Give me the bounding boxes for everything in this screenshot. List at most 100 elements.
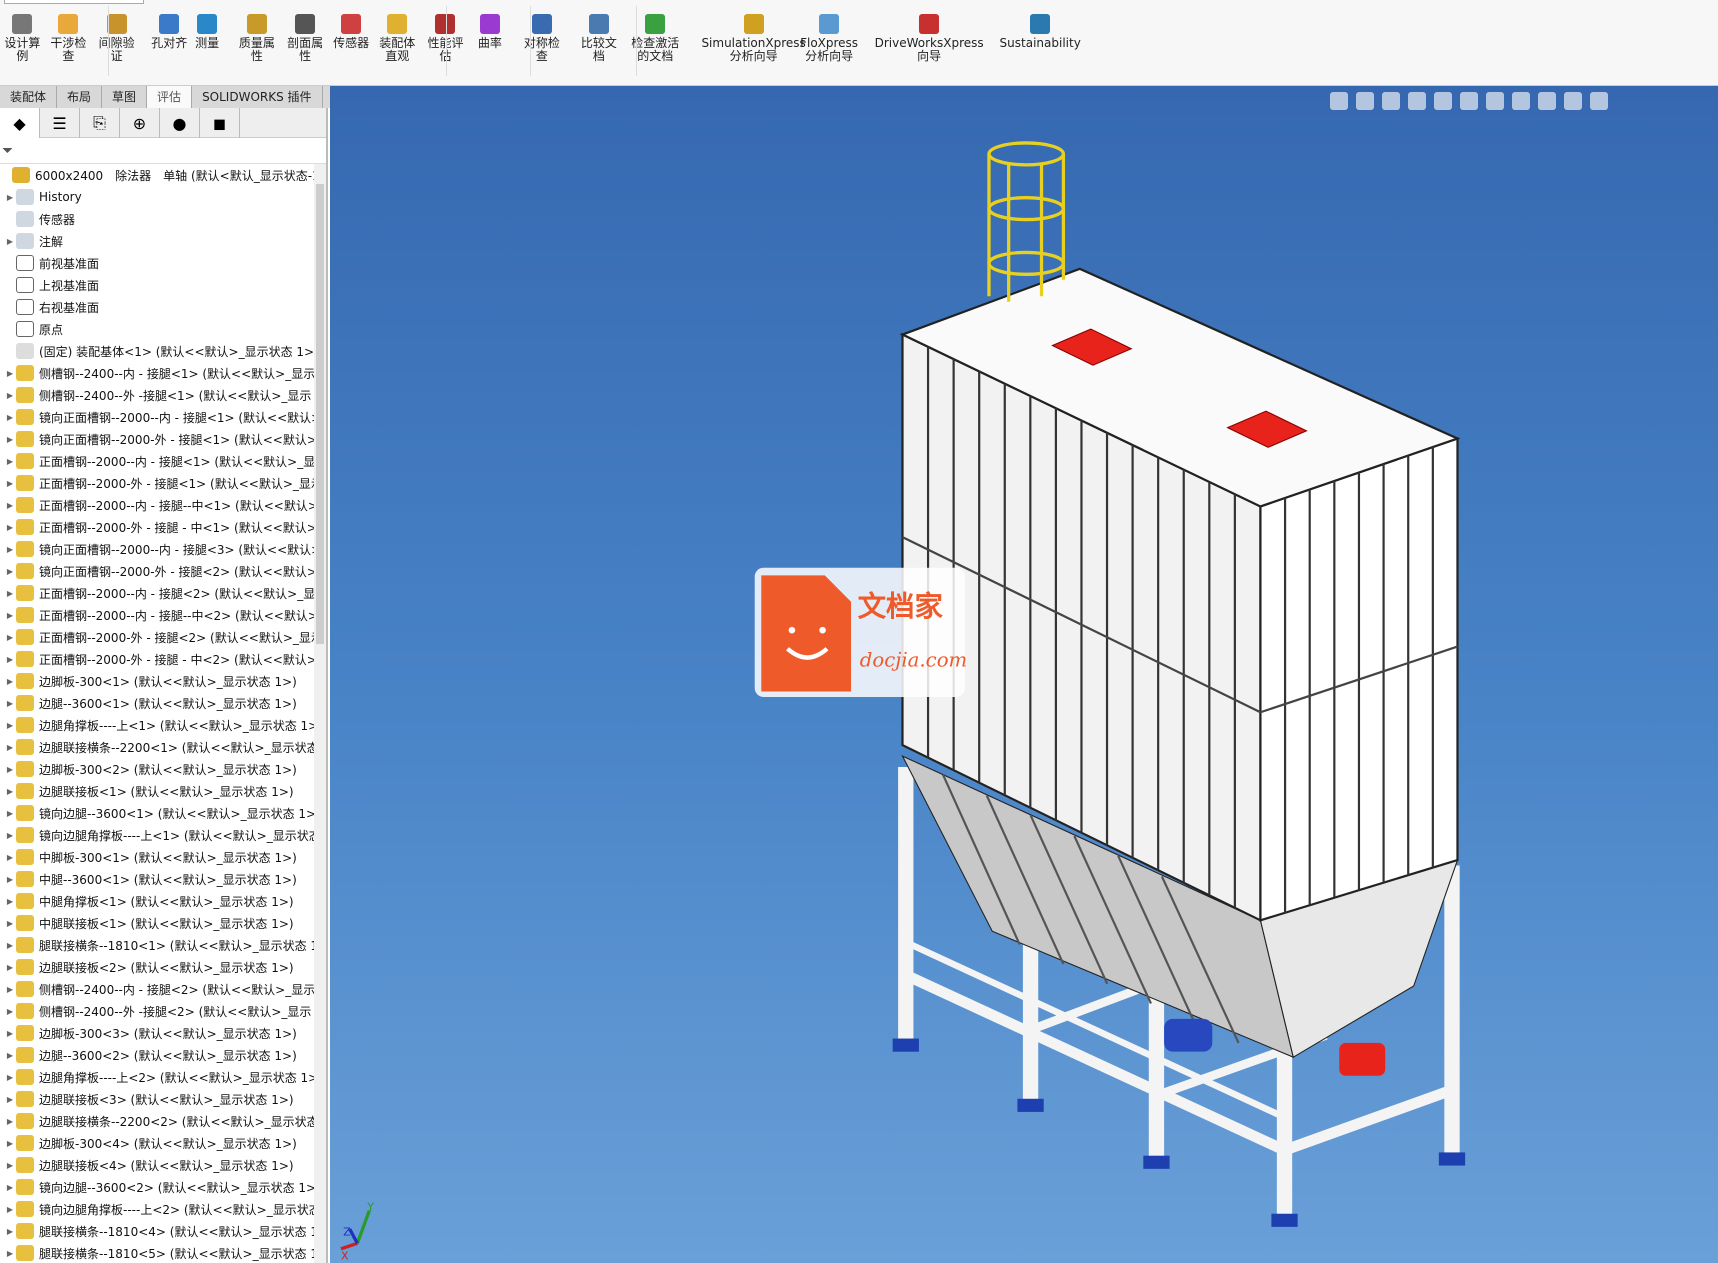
expand-arrow-icon[interactable]: ▶ [4,853,16,862]
sensor-button[interactable]: 传感器 [333,14,369,50]
expand-arrow-icon[interactable]: ▶ [4,941,16,950]
tree-item[interactable]: ▶ 侧槽钢--2400--内 - 接腿<2> (默认<<默认>_显示 [0,978,316,1000]
previous-view-icon[interactable] [1382,92,1400,110]
expand-arrow-icon[interactable]: ▶ [4,897,16,906]
interference-check-button[interactable]: 干涉检 查 [50,14,86,63]
tree-item[interactable]: ▶ 镜向正面槽钢--2000--内 - 接腿<3> (默认<<默认> [0,538,316,560]
tree-item[interactable]: ▶ 正面槽钢--2000-外 - 接腿 - 中<2> (默认<<默认> [0,648,316,670]
hole-alignment-button[interactable]: 孔对齐 [151,14,187,50]
propertymanager-icon[interactable]: ☰ [40,108,80,138]
tree-scrollbar[interactable] [314,164,326,1263]
expand-arrow-icon[interactable]: ▶ [4,435,16,444]
tree-item[interactable]: ▶ 正面槽钢--2000-外 - 接腿 - 中<1> (默认<<默认> [0,516,316,538]
expand-arrow-icon[interactable]: ▶ [4,633,16,642]
expand-arrow-icon[interactable]: ▶ [4,391,16,400]
expand-arrow-icon[interactable]: ▶ [4,479,16,488]
tree-item[interactable]: ▶ 侧槽钢--2400--外 -接腿<2> (默认<<默认>_显示 [0,1000,316,1022]
expand-arrow-icon[interactable]: ▶ [4,787,16,796]
tree-item[interactable]: ▶ 中腿--3600<1> (默认<<默认>_显示状态 1>) [0,868,316,890]
expand-arrow-icon[interactable]: ▶ [4,765,16,774]
tab-0[interactable]: 装配体 [0,86,58,108]
tree-item[interactable]: ▶ 中腿角撑板<1> (默认<<默认>_显示状态 1>) [0,890,316,912]
tree-item[interactable]: ▶ 镜向边腿--3600<2> (默认<<默认>_显示状态 1>) [0,1176,316,1198]
scrollbar-thumb[interactable] [316,184,324,644]
simulationxpress-button[interactable]: SimulationXpress 分析向导 [701,14,806,63]
tree-item[interactable]: ▶ 正面槽钢--2000-外 - 接腿<1> (默认<<默认>_显示 [0,472,316,494]
assemblyxpert-button[interactable]: 装配体 直观 [379,14,415,63]
tree-item[interactable]: ▶ 边脚板-300<4> (默认<<默认>_显示状态 1>) [0,1132,316,1154]
clearance-verify-button[interactable]: 间隙验 证 [99,14,135,63]
hide-show-icon[interactable] [1512,92,1530,110]
tab-1[interactable]: 布局 [57,86,103,108]
expand-arrow-icon[interactable]: ▶ [4,1117,16,1126]
dimxpertmanager-icon[interactable]: ⊕ [120,108,160,138]
mass-properties-button[interactable]: 质量属 性 [239,14,275,63]
tree-item[interactable]: ▶ 边腿角撑板----上<1> (默认<<默认>_显示状态 1> [0,714,316,736]
assembly-model[interactable]: 文档家 docjia.com Y X Z [330,86,1718,1263]
tree-item[interactable]: ▶ 边腿联接板<1> (默认<<默认>_显示状态 1>) [0,780,316,802]
tree-item[interactable]: ▶ 边腿--3600<1> (默认<<默认>_显示状态 1>) [0,692,316,714]
driveworksxpress-button[interactable]: DriveWorksXpress 向导 [875,14,984,63]
expand-arrow-icon[interactable]: ▶ [4,875,16,884]
expand-arrow-icon[interactable]: ▶ [4,567,16,576]
view-orientation-icon[interactable] [1460,92,1478,110]
expand-arrow-icon[interactable]: ▶ [4,699,16,708]
expand-arrow-icon[interactable]: ▶ [4,831,16,840]
floxpress-button[interactable]: FloXpress 分析向导 [800,14,858,63]
tree-item[interactable]: ▶ 边腿角撑板----上<2> (默认<<默认>_显示状态 1> [0,1066,316,1088]
tree-item[interactable]: ▶ 边腿联接横条--2200<2> (默认<<默认>_显示状态 [0,1110,316,1132]
edit-appearance-icon[interactable] [1538,92,1556,110]
expand-arrow-icon[interactable]: ▶ [4,1073,16,1082]
tree-item[interactable]: ▶ 镜向边腿角撑板----上<2> (默认<<默认>_显示状态 [0,1198,316,1220]
tree-item[interactable]: ▶ 边脚板-300<1> (默认<<默认>_显示状态 1>) [0,670,316,692]
tree-item[interactable]: ▶ 腿联接横条--1810<1> (默认<<默认>_显示状态 1 [0,934,316,956]
expand-arrow-icon[interactable]: ▶ [4,457,16,466]
tree-item[interactable]: ▶ 正面槽钢--2000--内 - 接腿--中<2> (默认<<默认> [0,604,316,626]
dynamic-annotation-icon[interactable] [1434,92,1452,110]
tree-item[interactable]: ▶ 正面槽钢--2000--内 - 接腿<2> (默认<<默认>_显 [0,582,316,604]
tree-filter[interactable]: ⏷ [0,138,326,164]
expand-arrow-icon[interactable]: ▶ [4,721,16,730]
tree-item[interactable]: ▶ 镜向正面槽钢--2000--内 - 接腿<1> (默认<<默认> [0,406,316,428]
tree-item[interactable]: ▶ 边腿--3600<2> (默认<<默认>_显示状态 1>) [0,1044,316,1066]
expand-arrow-icon[interactable]: ▶ [4,193,16,202]
curvature-button[interactable]: 曲率 [478,14,502,50]
expand-arrow-icon[interactable]: ▶ [4,677,16,686]
tree-item[interactable]: ▶ History [0,186,316,208]
expand-arrow-icon[interactable]: ▶ [4,589,16,598]
tab-4[interactable]: SOLIDWORKS 插件 [192,86,323,108]
zoom-area-icon[interactable] [1356,92,1374,110]
expand-arrow-icon[interactable]: ▶ [4,413,16,422]
tree-item[interactable]: ▶ 侧槽钢--2400--内 - 接腿<1> (默认<<默认>_显示 [0,362,316,384]
tree-item[interactable]: 上视基准面 [0,274,316,296]
tree-item[interactable]: ▶ 镜向边腿--3600<1> (默认<<默认>_显示状态 1>) [0,802,316,824]
tree-item[interactable]: ▶ 边脚板-300<2> (默认<<默认>_显示状态 1>) [0,758,316,780]
design-study-button[interactable]: 设计算 例 [4,14,40,63]
expand-arrow-icon[interactable]: ▶ [4,523,16,532]
tree-item[interactable]: ▶ 中脚板-300<1> (默认<<默认>_显示状态 1>) [0,846,316,868]
tree-item[interactable]: ▶ 边腿联接板<4> (默认<<默认>_显示状态 1>) [0,1154,316,1176]
tree-item[interactable]: ▶ 正面槽钢--2000--内 - 接腿--中<1> (默认<<默认> [0,494,316,516]
expand-arrow-icon[interactable]: ▶ [4,1161,16,1170]
view-settings-icon[interactable] [1590,92,1608,110]
tree-item[interactable]: ▶ 镜向正面槽钢--2000-外 - 接腿<2> (默认<<默认> [0,560,316,582]
tree-item[interactable]: ▶ 边腿联接横条--2200<1> (默认<<默认>_显示状态 [0,736,316,758]
check-active-document-button[interactable]: 检查激活 的文档 [631,14,679,63]
expand-arrow-icon[interactable]: ▶ [4,985,16,994]
tree-item[interactable]: ▶ 边腿联接板<3> (默认<<默认>_显示状态 1>) [0,1088,316,1110]
tree-item[interactable]: 传感器 [0,208,316,230]
configurationmanager-icon[interactable]: ⎘ [80,108,120,138]
tab-3[interactable]: 评估 [147,86,193,108]
tree-item[interactable]: ▶ 正面槽钢--2000-外 - 接腿<2> (默认<<默认>_显示 [0,626,316,648]
section-properties-button[interactable]: 剖面属 性 [287,14,323,63]
expand-arrow-icon[interactable]: ▶ [4,1227,16,1236]
tree-item[interactable]: ▶ 正面槽钢--2000--内 - 接腿<1> (默认<<默认>_显 [0,450,316,472]
tree-item[interactable]: ▶ 注解 [0,230,316,252]
tree-item[interactable]: (固定) 装配基体<1> (默认<<默认>_显示状态 1>) [0,340,316,362]
sustainability-button[interactable]: Sustainability [1000,14,1081,50]
tree-item[interactable]: ▶ 镜向正面槽钢--2000-外 - 接腿<1> (默认<<默认> [0,428,316,450]
expand-arrow-icon[interactable]: ▶ [4,963,16,972]
expand-arrow-icon[interactable]: ▶ [4,501,16,510]
compare-documents-button[interactable]: 比较文 档 [581,14,617,63]
expand-arrow-icon[interactable]: ▶ [4,545,16,554]
